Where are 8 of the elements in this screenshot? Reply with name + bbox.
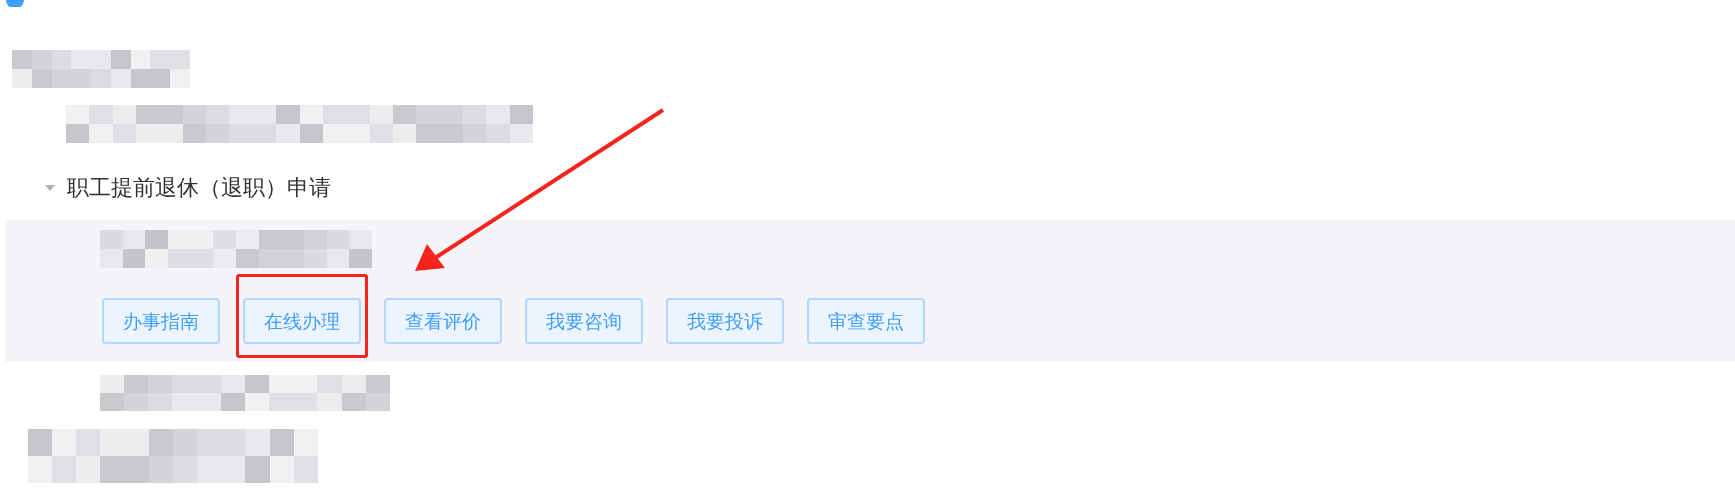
tree-node-label[interactable]: 职工提前退休（退职）申请 <box>67 173 331 203</box>
action-button[interactable]: 在线办理 <box>243 298 361 344</box>
action-button[interactable]: 我要咨询 <box>525 298 643 344</box>
action-button[interactable]: 办事指南 <box>102 298 220 344</box>
action-button[interactable]: 我要投诉 <box>666 298 784 344</box>
action-button[interactable]: 审查要点 <box>807 298 925 344</box>
caret-icon[interactable] <box>44 184 56 192</box>
action-button[interactable]: 查看评价 <box>384 298 502 344</box>
